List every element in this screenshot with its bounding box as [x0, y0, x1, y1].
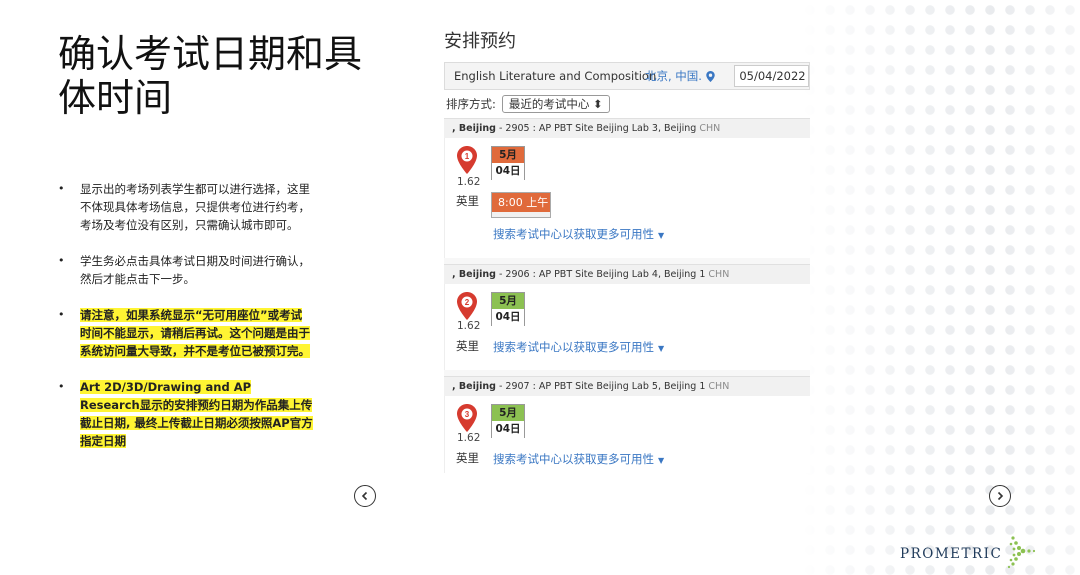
distance-unit: 英里	[456, 194, 479, 208]
prometric-logo-text: PROMETRIC	[900, 546, 1003, 562]
badge-day: 04日	[492, 163, 524, 180]
prometric-logo-icon	[1007, 536, 1036, 569]
location-text: 北京, 中国.	[645, 69, 702, 83]
date-badge[interactable]: 5月 04日	[491, 292, 525, 326]
site-detail: - 2907 : AP PBT Site Beijing Lab 5, Beij…	[495, 381, 709, 392]
badge-month: 5月	[492, 147, 524, 163]
distance-value: 1.62	[457, 176, 481, 188]
badge-day: 04日	[492, 309, 524, 326]
previous-slide-button[interactable]	[354, 485, 376, 507]
site-card: 2 1.62 英里 5月 04日 搜索考试中心以获取更多可用性 ▼	[444, 284, 810, 370]
site-card: 1 1.62 英里 5月 04日 8:00 上午 搜索考试中心以获取更多可用性 ▼	[444, 138, 810, 258]
time-slot-button[interactable]: 8:00 上午	[491, 192, 551, 218]
site-header: , Beijing - 2907 : AP PBT Site Beijing L…	[444, 376, 810, 396]
site-card: 3 1.62 英里 5月 04日 搜索考试中心以获取更多可用性 ▼	[444, 396, 810, 473]
distance-unit: 英里	[456, 339, 479, 353]
badge-month: 5月	[492, 405, 524, 421]
more-link-text: 搜索考试中心以获取更多可用性	[493, 227, 654, 241]
distance-value: 1.62	[457, 432, 481, 444]
page-title: 确认考试日期和具体时间	[58, 32, 363, 120]
next-slide-button[interactable]	[989, 485, 1011, 507]
site-header: , Beijing - 2905 : AP PBT Site Beijing L…	[444, 118, 810, 138]
location-link[interactable]: 北京, 中国.	[645, 68, 730, 84]
panel-title: 安排预约	[444, 31, 516, 52]
distance-unit: 英里	[456, 451, 479, 465]
site-detail: - 2905 : AP PBT Site Beijing Lab 3, Beij…	[495, 123, 700, 134]
bullet-text: Art 2D/3D/Drawing and AP Research显示的安排预约…	[80, 380, 313, 448]
map-pin-icon	[706, 70, 715, 82]
site-city: , Beijing	[452, 269, 496, 280]
caret-down-icon: ▼	[658, 456, 665, 465]
sort-select[interactable]: 最近的考试中心 ⬍	[501, 95, 610, 113]
badge-day: 04日	[492, 421, 524, 438]
map-marker-icon: 2	[457, 292, 477, 320]
map-marker-icon: 1	[457, 146, 477, 174]
date-input[interactable]: 05/04/2022 -	[734, 65, 809, 87]
distance-value: 1.62	[457, 320, 481, 332]
sort-row: 排序方式: 最近的考试中心 ⬍	[444, 90, 810, 118]
marker-number: 2	[465, 298, 470, 307]
site-city: , Beijing	[452, 381, 496, 392]
exam-name: English Literature and Composition	[454, 69, 657, 83]
site-city: , Beijing	[452, 123, 496, 134]
caret-down-icon: ▼	[658, 231, 665, 240]
bullet-item: 显示出的考场列表学生都可以进行选择，这里不体现具体考场信息，只提供考位进行约考，…	[58, 180, 313, 234]
bullet-list: 显示出的考场列表学生都可以进行选择，这里不体现具体考场信息，只提供考位进行约考，…	[58, 180, 313, 468]
more-availability-link[interactable]: 搜索考试中心以获取更多可用性 ▼	[493, 226, 664, 242]
sort-label: 排序方式:	[446, 97, 496, 111]
site-header: , Beijing - 2906 : AP PBT Site Beijing L…	[444, 264, 810, 284]
search-summary-bar: English Literature and Composition 北京, 中…	[444, 62, 810, 90]
chevron-left-icon	[361, 491, 368, 501]
more-link-text: 搜索考试中心以获取更多可用性	[493, 452, 654, 466]
bullet-text: 请注意，如果系统显示“无可用座位”或考试时间不能显示，请稍后再试。这个问题是由于…	[80, 308, 310, 358]
date-badge[interactable]: 5月 04日	[491, 404, 525, 438]
caret-down-icon: ▼	[658, 344, 665, 353]
more-link-text: 搜索考试中心以获取更多可用性	[493, 340, 654, 354]
site-country: CHN	[708, 381, 730, 392]
bullet-item-highlighted: 请注意，如果系统显示“无可用座位”或考试时间不能显示，请稍后再试。这个问题是由于…	[58, 306, 313, 360]
date-badge-selected[interactable]: 5月 04日	[491, 146, 525, 180]
chevron-right-icon	[997, 491, 1004, 501]
decorative-dot-fade	[800, 0, 1080, 575]
more-availability-link[interactable]: 搜索考试中心以获取更多可用性 ▼	[493, 451, 664, 467]
site-detail: - 2906 : AP PBT Site Beijing Lab 4, Beij…	[495, 269, 709, 280]
more-availability-link[interactable]: 搜索考试中心以获取更多可用性 ▼	[493, 339, 664, 355]
badge-month: 5月	[492, 293, 524, 309]
marker-number: 3	[465, 410, 470, 419]
site-country: CHN	[699, 123, 721, 134]
bullet-item-highlighted: Art 2D/3D/Drawing and AP Research显示的安排预约…	[58, 378, 313, 450]
bullet-item: 学生务必点击具体考试日期及时间进行确认，然后才能点击下一步。	[58, 252, 313, 288]
map-marker-icon: 3	[457, 404, 477, 432]
marker-number: 1	[465, 152, 470, 161]
bullet-text: 学生务必点击具体考试日期及时间进行确认，然后才能点击下一步。	[80, 254, 310, 286]
bullet-text: 显示出的考场列表学生都可以进行选择，这里不体现具体考场信息，只提供考位进行约考，…	[80, 182, 310, 232]
scheduling-panel: 安排预约 English Literature and Composition …	[444, 28, 810, 473]
site-country: CHN	[708, 269, 730, 280]
